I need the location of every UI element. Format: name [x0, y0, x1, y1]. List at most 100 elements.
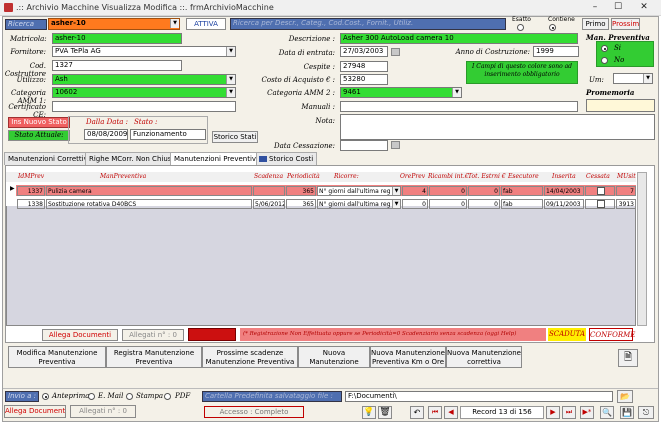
folder-icon[interactable]: 📂	[617, 390, 633, 403]
stampa-radio[interactable]	[126, 393, 133, 400]
um-select[interactable]: ▼	[613, 73, 653, 84]
calendar-icon[interactable]	[391, 48, 400, 56]
cell-periodicita[interactable]: 365	[286, 186, 316, 196]
cell-cessata[interactable]	[585, 186, 615, 196]
cell-periodicita[interactable]: 365	[286, 199, 316, 209]
storico-stati-button[interactable]: Storico Stati	[212, 131, 258, 143]
nuova-manutenzione-preventiva-button[interactable]: Nuova Manutenzione Preventiva	[298, 346, 370, 368]
data-entrata-label: Data di entrata:	[278, 49, 335, 57]
last-record-icon[interactable]: ⏭	[562, 406, 576, 419]
anno-field[interactable]: 1999	[533, 46, 579, 57]
chevron-down-icon[interactable]: ▼	[452, 88, 461, 97]
cell-totestrni[interactable]: 0	[468, 199, 500, 209]
cell-esecutore[interactable]: fab	[501, 199, 543, 209]
catamm1-select[interactable]: 10602 ▼	[52, 87, 236, 98]
cell-ricambi[interactable]: 0	[429, 199, 467, 209]
grid-scrollbar[interactable]	[637, 172, 647, 326]
chevron-down-icon[interactable]: ▼	[226, 75, 235, 84]
exact-radio[interactable]	[517, 24, 524, 31]
undo-icon[interactable]: ↶	[410, 406, 424, 419]
cell-totestrni[interactable]: 0	[468, 186, 500, 196]
tab-manutenzioni-preventive[interactable]: Manutenzioni Preventive	[170, 152, 265, 165]
maximize-button[interactable]: ☐	[607, 1, 629, 14]
cell-id[interactable]: 1337	[17, 186, 45, 196]
allega-documenti-bottom-button[interactable]: Allega Documenti	[4, 405, 66, 418]
next-button[interactable]: Prossimo	[611, 18, 640, 30]
cell-man[interactable]: Pulizia camera	[46, 186, 252, 196]
cell-inserita[interactable]: 14/04/2003	[544, 186, 584, 196]
no-radio[interactable]	[601, 57, 608, 64]
stato-field[interactable]: Funzionamento	[130, 129, 206, 140]
light-icon[interactable]: 💡	[362, 406, 376, 419]
chevron-down-icon[interactable]: ▼	[170, 19, 179, 28]
fornitore-select[interactable]: PVA TePla AG ▼	[52, 46, 236, 57]
si-radio[interactable]	[601, 45, 608, 52]
search-value: asher-10	[51, 19, 86, 27]
search-input[interactable]: asher-10 ▼	[48, 18, 180, 30]
search-icon[interactable]: 🔍	[600, 406, 614, 419]
modifica-manutenzione-button[interactable]: Modifica Manutenzione Preventiva	[8, 346, 106, 368]
chevron-down-icon[interactable]: ▼	[226, 47, 235, 56]
cessata-checkbox[interactable]	[597, 200, 605, 208]
codcost-field[interactable]: 1327	[52, 60, 182, 71]
chevron-down-icon[interactable]: ▼	[226, 88, 235, 97]
allega-documenti-button[interactable]: Allega Documenti	[42, 329, 118, 341]
cell-cessata[interactable]	[585, 199, 615, 209]
chevron-down-icon[interactable]: ▼	[643, 74, 652, 83]
certce-field[interactable]	[52, 101, 236, 112]
email-radio[interactable]	[88, 393, 95, 400]
descrizione-field[interactable]: Asher 300 AutoLoad camera 10	[340, 33, 578, 44]
next-record-icon[interactable]: ▶	[546, 406, 560, 419]
cartella-field[interactable]: F:\Documenti\	[345, 391, 613, 402]
chevron-down-icon[interactable]: ▼	[392, 187, 400, 195]
tab-righe-mcorr[interactable]: Righe MCorr. Non Chiuse	[85, 152, 180, 165]
calendar-icon[interactable]	[391, 141, 400, 149]
nuova-manutenzione-km-ore-button[interactable]: Nuova Manutenzione Preventiva Km o Ore	[370, 346, 446, 368]
cespite-field[interactable]: 27948	[340, 61, 388, 72]
pdf-radio[interactable]	[164, 393, 171, 400]
cell-scadenza[interactable]	[253, 186, 285, 196]
cell-id[interactable]: 1338	[17, 199, 45, 209]
catamm2-select[interactable]: 9461 ▼	[340, 87, 462, 98]
cell-man[interactable]: Sostituzione rotativa D40BCS	[46, 199, 252, 209]
cell-inserita[interactable]: 09/11/2003	[544, 199, 584, 209]
tab-manutenzioni-correttive[interactable]: Manutenzioni Correttive	[4, 152, 97, 165]
first-record-icon[interactable]: ⏮	[428, 406, 442, 419]
utilizzo-select[interactable]: Ash ▼	[52, 74, 236, 85]
ins-nuovo-stato-button[interactable]: Ins Nuovo Stato	[8, 117, 70, 128]
contains-radio[interactable]	[549, 24, 556, 31]
prossime-scadenze-button[interactable]: Prossime scadenze Manutenzione Preventiv…	[202, 346, 298, 368]
print-preview-icon[interactable]: 🗎	[618, 349, 638, 367]
dalladata-field[interactable]: 08/08/2009	[84, 129, 128, 140]
cessata-checkbox[interactable]	[597, 187, 605, 195]
exit-icon[interactable]: ⎋	[638, 406, 654, 419]
cell-ricambi[interactable]: 0	[429, 186, 467, 196]
cell-musit[interactable]: 7	[616, 186, 636, 196]
tab-storico-costi[interactable]: Storico Costi	[256, 152, 318, 165]
cell-ricorre[interactable]: N° giorni dall'ultima reg ▼	[317, 199, 401, 209]
cell-esecutore[interactable]: fab	[501, 186, 543, 196]
matricola-field[interactable]: asher-10	[52, 33, 182, 44]
prev-record-icon[interactable]: ◀	[444, 406, 458, 419]
chevron-down-icon[interactable]: ▼	[392, 200, 400, 208]
first-button[interactable]: Primo	[582, 18, 609, 30]
registra-manutenzione-button[interactable]: Registra Manutenzione Preventiva	[106, 346, 202, 368]
nuova-manutenzione-correttiva-button[interactable]: Nuova Manutenzione correttiva	[446, 346, 522, 368]
close-button[interactable]: ✕	[630, 1, 658, 14]
costo-field[interactable]: 53280	[340, 74, 388, 85]
data-cessazione-field[interactable]	[340, 140, 388, 151]
save-icon[interactable]: 💾	[620, 406, 634, 419]
trash-icon[interactable]: 🗑	[378, 406, 392, 419]
cell-oreprev[interactable]: 4	[402, 186, 428, 196]
new-record-icon[interactable]: ▶*	[580, 406, 594, 419]
data-entrata-field[interactable]: 27/03/2003	[340, 46, 388, 57]
nota-field[interactable]	[340, 114, 655, 140]
cell-ricorre[interactable]: N° giorni dall'ultima reg ▼	[317, 186, 401, 196]
minimize-button[interactable]: –	[584, 1, 606, 14]
cell-musit[interactable]: 3913	[616, 199, 636, 209]
manuali-field[interactable]	[340, 101, 578, 112]
cell-oreprev[interactable]: 0	[402, 199, 428, 209]
promemoria-field[interactable]	[586, 99, 655, 112]
anteprima-radio[interactable]	[42, 393, 49, 400]
cell-scadenza[interactable]: 5/06/2012	[253, 199, 285, 209]
